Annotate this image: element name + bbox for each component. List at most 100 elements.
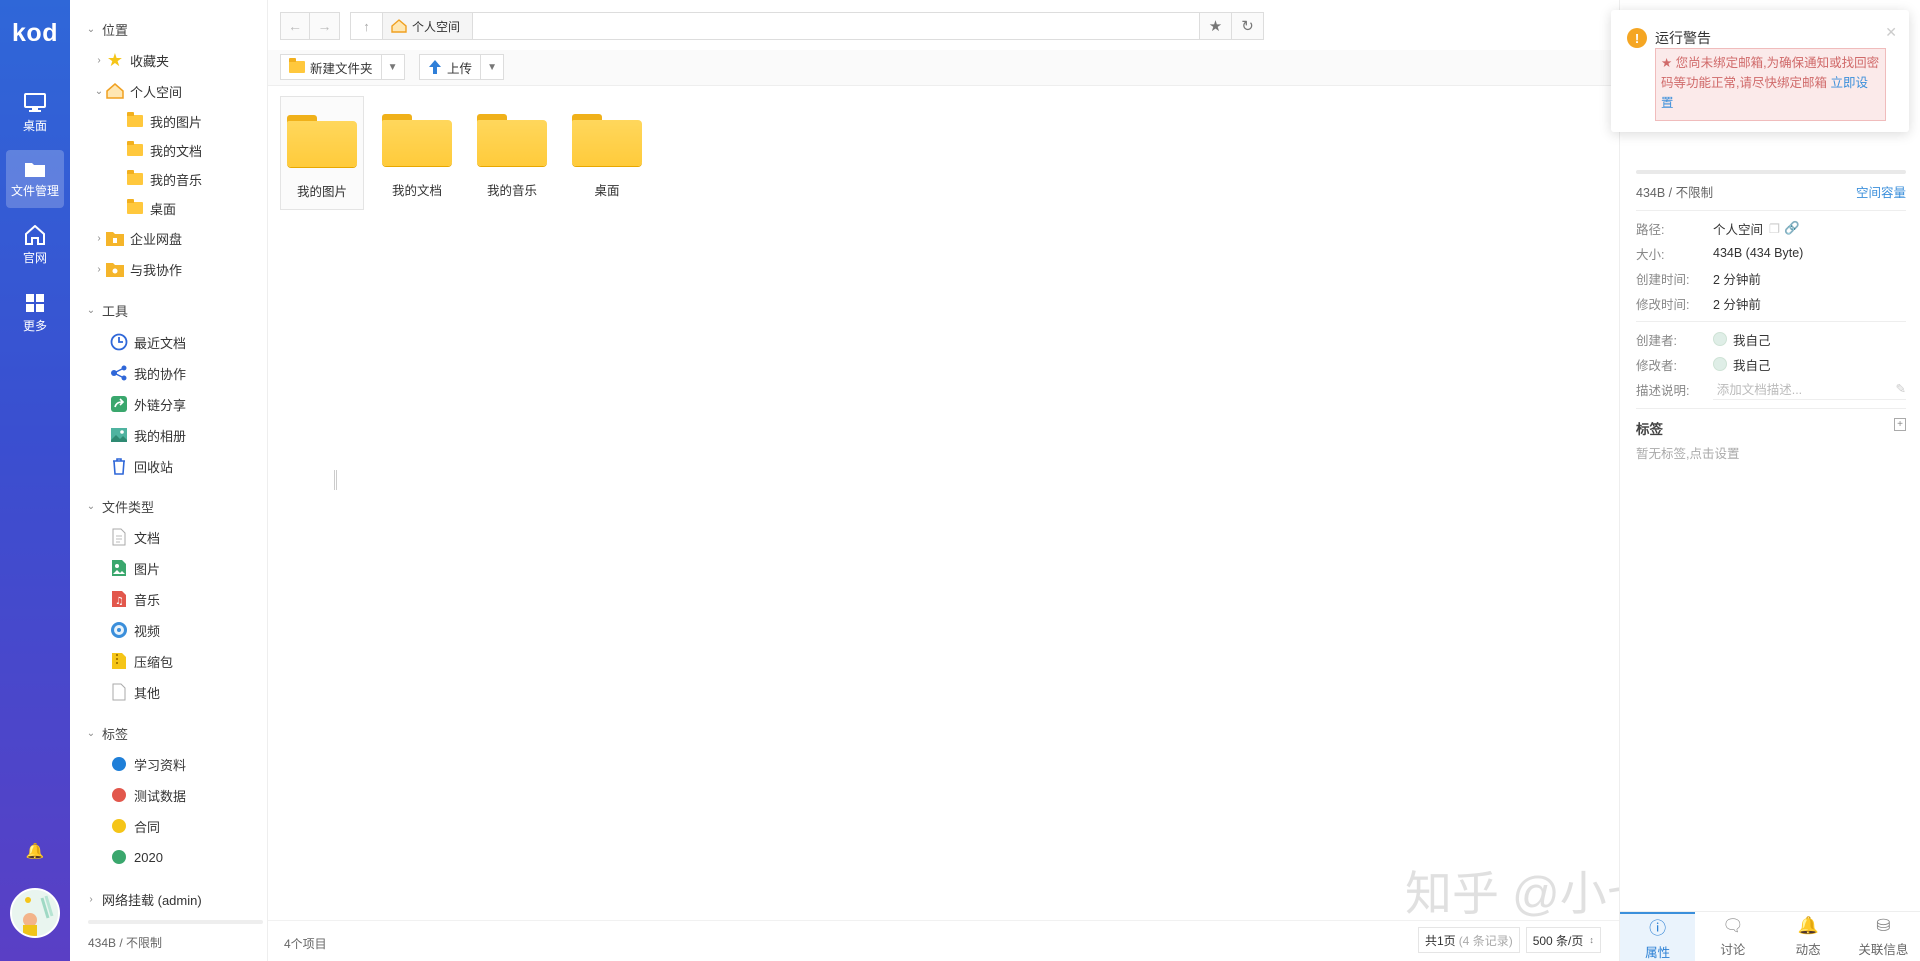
new-folder-button[interactable]: 新建文件夹 ▼	[280, 54, 405, 80]
tree-item-type-video[interactable]: 视频	[110, 618, 160, 642]
tree-item-personal[interactable]: ⌄ 个人空间	[92, 79, 182, 103]
tree-item-recent[interactable]: 最近文档	[110, 330, 186, 354]
back-button[interactable]: ←	[280, 12, 310, 40]
file-item-folder[interactable]: 我的图片	[280, 96, 364, 210]
tree-item-recycle[interactable]: 回收站	[110, 454, 173, 478]
page-size-select[interactable]: 500 条/页 ↕	[1525, 927, 1601, 953]
app-sidebar: kod 桌面 文件管理 官网 更多 🔔	[0, 0, 70, 961]
comment-icon: 🗨	[1722, 915, 1744, 935]
user-avatar[interactable]	[10, 888, 60, 938]
clock-icon	[110, 333, 128, 351]
refresh-icon[interactable]: ↻	[1232, 12, 1264, 40]
breadcrumb-item[interactable]: 个人空间	[383, 13, 474, 39]
file-item-folder[interactable]: 我的文档	[375, 96, 459, 210]
tree-item-label: 视频	[134, 623, 161, 639]
prop-key: 修改时间:	[1636, 297, 1690, 312]
tree-item-label: 我的协作	[134, 366, 187, 382]
tree-item-type-image[interactable]: 图片	[110, 556, 160, 580]
tree-section-label: 工具	[102, 303, 129, 319]
upload-label: 上传	[447, 61, 473, 76]
panel-tabs: ⓘ 属性 🗨 讨论 🔔 动态 ⛁ 关联信息	[1620, 911, 1920, 961]
tree-item-documents[interactable]: 我的文档	[126, 138, 202, 162]
tab-properties[interactable]: ⓘ 属性	[1620, 912, 1696, 961]
svg-text:♫: ♫	[115, 596, 124, 607]
tab-label: 动态	[1795, 942, 1821, 957]
tree-item-type-doc[interactable]: 文档	[110, 525, 160, 549]
tree-item-enterprise[interactable]: › 企业网盘	[92, 226, 182, 250]
pagination: 共1页 (4 条记录) 500 条/页 ↕	[1418, 927, 1601, 953]
tree-section-label: 位置	[102, 22, 129, 38]
tree-section-location[interactable]: ⌄ 位置	[84, 17, 128, 41]
tree-section-tools[interactable]: ⌄ 工具	[84, 298, 128, 322]
properties-panel: 434B / 不限制 空间容量 路径: 个人空间 ❐ 🔗 大小: 434B (4…	[1619, 0, 1920, 961]
tree-item-type-other[interactable]: 其他	[110, 680, 160, 704]
tree-item-type-music[interactable]: ♫ 音乐	[110, 587, 160, 611]
prop-size: 大小: 434B (434 Byte)	[1636, 244, 1906, 262]
path-input[interactable]: ↑ 个人空间	[350, 12, 1200, 40]
album-icon	[110, 426, 128, 444]
tags-empty-hint[interactable]: 暂无标签,点击设置	[1636, 443, 1739, 462]
monitor-icon	[24, 92, 46, 112]
tree-section-tags[interactable]: ⌄ 标签	[84, 721, 128, 745]
document-icon	[110, 528, 128, 546]
tree-item-network[interactable]: › 网络挂载 (admin)	[84, 887, 201, 911]
tree-item-music[interactable]: 我的音乐	[126, 167, 202, 191]
app-item-desktop[interactable]: 桌面	[0, 80, 70, 146]
chevron-down-icon: ⌄	[86, 727, 96, 739]
app-item-more[interactable]: 更多	[0, 280, 70, 346]
chevron-down-icon[interactable]: ▼	[481, 62, 503, 73]
prop-key: 路径:	[1636, 222, 1665, 237]
app-item-files[interactable]: 文件管理	[6, 150, 64, 208]
tab-related[interactable]: ⛁ 关联信息	[1846, 912, 1920, 961]
tree-item-tag[interactable]: 2020	[110, 845, 163, 869]
tree-item-album[interactable]: 我的相册	[110, 423, 186, 447]
tree-item-tag[interactable]: 学习资料	[110, 752, 186, 776]
upload-button[interactable]: 上传 ▼	[419, 54, 505, 80]
tree-item-favorites[interactable]: › ★ 收藏夹	[92, 48, 169, 72]
tree-item-label: 我的音乐	[150, 172, 203, 188]
star-icon[interactable]: ★	[1200, 12, 1232, 40]
file-name: 桌面	[594, 184, 620, 198]
tree-item-pictures[interactable]: 我的图片	[126, 109, 202, 133]
tree-item-label: 合同	[134, 819, 161, 835]
tag-color-dot	[112, 819, 126, 833]
edit-pencil-icon[interactable]: ✎	[1896, 381, 1906, 396]
folder-icon	[572, 114, 642, 166]
tree-section-filetypes[interactable]: ⌄ 文件类型	[84, 494, 154, 518]
home-icon	[106, 82, 124, 100]
page-info: 共1页 (4 条记录)	[1418, 927, 1520, 953]
tree-item-label: 外链分享	[134, 397, 187, 413]
link-icon[interactable]: 🔗	[1784, 221, 1800, 236]
folder-icon	[126, 141, 144, 159]
chevron-down-icon[interactable]: ▼	[382, 62, 404, 73]
file-item-folder[interactable]: 桌面	[565, 96, 649, 210]
tree-item-tag[interactable]: 测试数据	[110, 783, 186, 807]
close-icon[interactable]: ✕	[1885, 24, 1897, 41]
tree-item-type-archive[interactable]: 压缩包	[110, 649, 173, 673]
copy-icon[interactable]: ❐	[1769, 221, 1780, 236]
tree-item-label: 我的图片	[150, 114, 203, 130]
prop-key: 描述说明:	[1636, 383, 1690, 398]
tab-activity[interactable]: 🔔 动态	[1771, 912, 1846, 961]
file-grid: 我的图片 我的文档 我的音乐 桌面	[280, 96, 660, 210]
file-item-folder[interactable]: 我的音乐	[470, 96, 554, 210]
app-item-website[interactable]: 官网	[0, 212, 70, 278]
forward-button[interactable]: →	[310, 12, 340, 40]
prop-value: 我自己	[1733, 333, 1771, 348]
tree-item-tag[interactable]: 合同	[110, 814, 160, 838]
tree-item-shared[interactable]: › 与我协作	[92, 257, 182, 281]
tab-discussion[interactable]: 🗨 讨论	[1695, 912, 1770, 961]
add-tag-icon[interactable]: +	[1894, 418, 1906, 431]
tag-color-dot	[112, 788, 126, 802]
tree-item-label: 与我协作	[130, 262, 183, 278]
prop-key: 创建者:	[1636, 333, 1677, 348]
up-arrow-icon[interactable]: ↑	[351, 13, 383, 39]
tree-item-link-share[interactable]: 外链分享	[110, 392, 186, 416]
tags-title: 标签	[1636, 422, 1663, 437]
tree-item-collab[interactable]: 我的协作	[110, 361, 186, 385]
tree-item-desktop[interactable]: 桌面	[126, 196, 176, 220]
bell-icon[interactable]: 🔔	[0, 842, 70, 860]
description-input[interactable]: 添加文档描述... ✎	[1712, 378, 1906, 400]
page-total: 共1页	[1425, 933, 1456, 948]
space-capacity-link[interactable]: 空间容量	[1856, 182, 1906, 201]
